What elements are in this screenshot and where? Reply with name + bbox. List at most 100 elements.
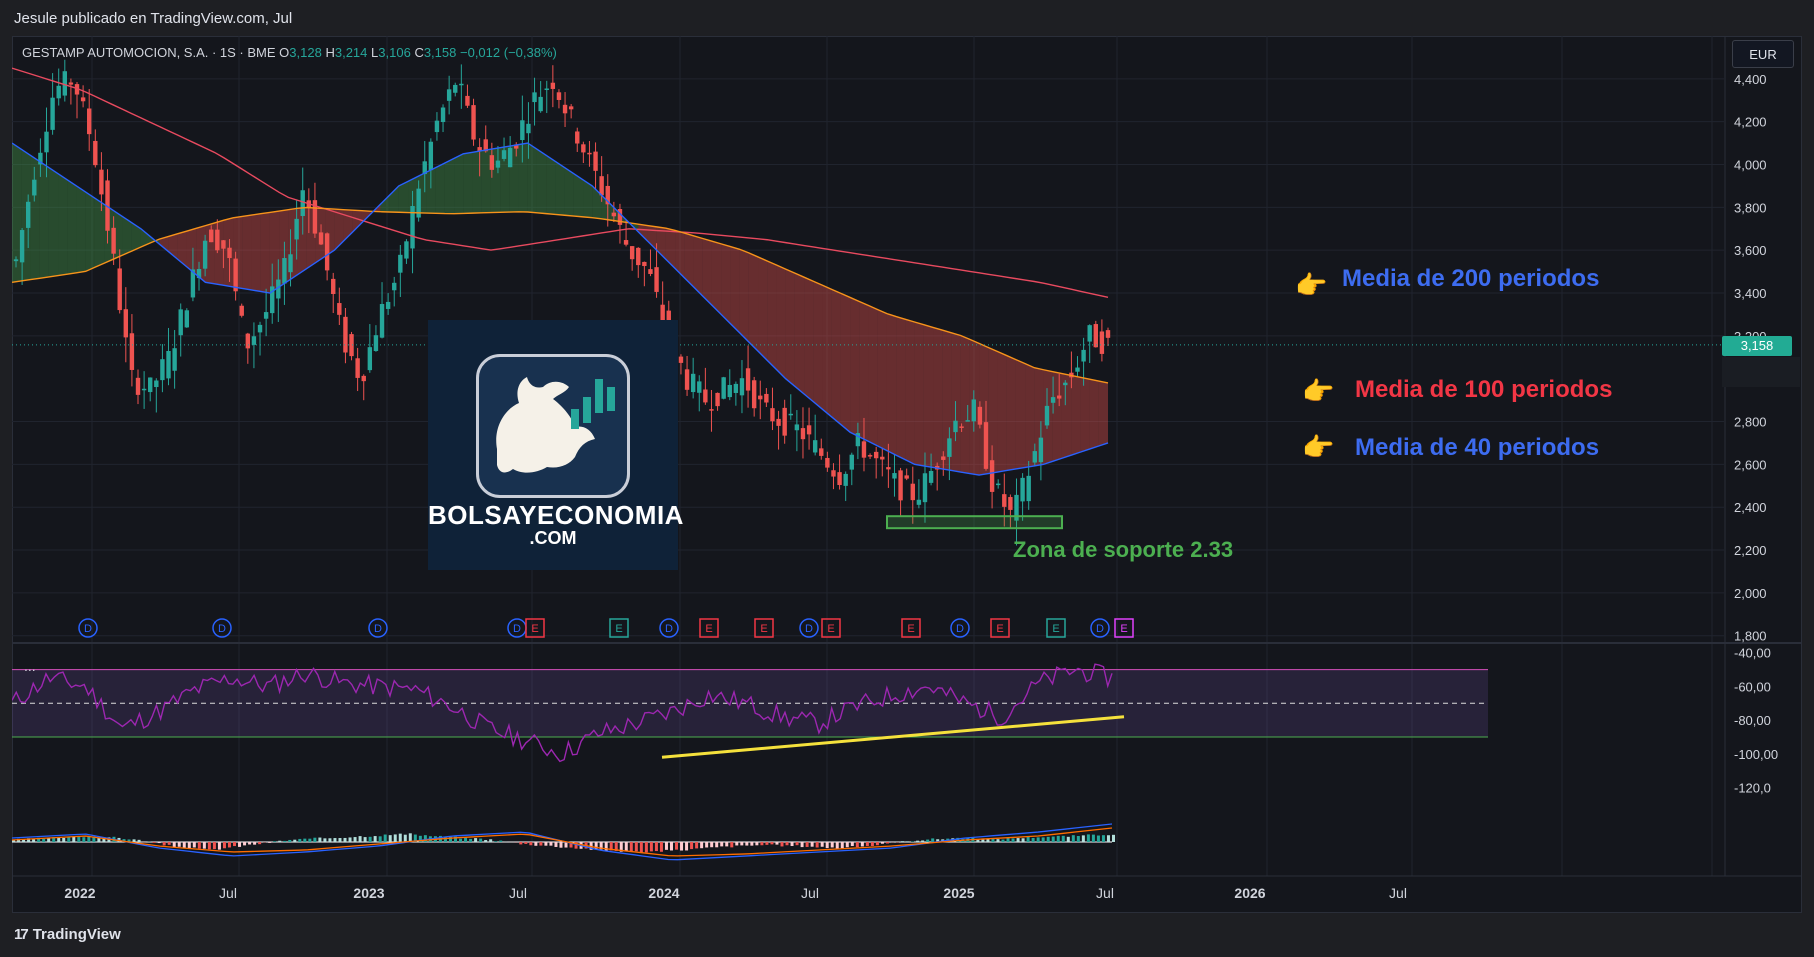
macd-histogram-bar [860, 842, 864, 847]
macd-histogram-bar [921, 840, 925, 842]
candle-body [209, 229, 214, 243]
price-tick-label: 4,200 [1734, 115, 1767, 130]
symbol-name: GESTAMP AUTOMOCION, S.A. · 1S · BME [22, 45, 276, 60]
event-marker-label: D [805, 623, 813, 635]
footer: 17 TradingView [0, 913, 1814, 957]
macd-histogram-bar [62, 837, 66, 842]
candle-body [1032, 451, 1037, 463]
candle-body [184, 310, 190, 328]
ma-band-segment [711, 241, 722, 315]
macd-histogram-bar [494, 841, 498, 842]
macd-histogram-bar [654, 842, 658, 852]
annotation-ma100: Media de 100 periodos [1355, 376, 1613, 403]
ma-band-segment [1015, 359, 1026, 469]
macd-histogram-bar [835, 842, 839, 849]
macd-histogram-bar [685, 842, 689, 851]
price-tick-label: 1,800 [1734, 629, 1767, 644]
ma-band-segment [813, 281, 823, 410]
macd-histogram-bar [132, 839, 136, 842]
candle-body [343, 316, 348, 353]
candle-body [611, 212, 617, 217]
macd-histogram-bar [720, 842, 724, 847]
price-tick-label: 2,400 [1734, 500, 1767, 515]
candle-body [776, 418, 781, 426]
ma-band-segment [748, 252, 759, 352]
candle-body [300, 190, 305, 217]
candle-body [331, 278, 336, 294]
macd-histogram-bar [393, 834, 397, 842]
macd-histogram-bar [1112, 834, 1115, 842]
candle-body [904, 475, 909, 479]
event-marker-label: D [374, 623, 382, 635]
watermark-line1: BOLSAYECONOMIA [428, 500, 684, 530]
indicator-menu-button[interactable]: ... [24, 658, 36, 674]
rsi-tick-label: -80,00 [1734, 713, 1771, 728]
ma-band-segment [1006, 355, 1016, 471]
macd-histogram-bar [880, 842, 884, 844]
last-price-label: 3,158 [1722, 336, 1792, 356]
candle-body [849, 454, 854, 470]
candle-body [916, 499, 922, 505]
annotation-ma200: Media de 200 periodos [1342, 265, 1600, 292]
macd-histogram-bar [157, 842, 161, 844]
macd-histogram-bar [1046, 836, 1050, 842]
ma-band-segment [721, 243, 731, 324]
event-marker-label: E [996, 623, 1003, 635]
candle-body [1099, 331, 1105, 354]
low-value: 3,106 [378, 45, 411, 60]
macd-histogram-bar [32, 839, 36, 842]
ma-band-segment [536, 149, 547, 214]
candle-body [721, 377, 726, 399]
candle-body [678, 356, 684, 363]
event-marker-label: E [907, 623, 914, 635]
candle-body [93, 140, 98, 166]
tradingview-logo[interactable]: 17 TradingView [14, 926, 121, 943]
symbol-legend: GESTAMP AUTOMOCION, S.A. · 1S · BME O3,1… [22, 45, 557, 60]
candle-body [62, 71, 68, 96]
currency-button[interactable]: EUR [1732, 40, 1794, 68]
candle-body [703, 389, 708, 403]
macd-histogram-bar [1041, 837, 1045, 842]
candle-body [831, 470, 836, 477]
macd-histogram-bar [730, 842, 734, 848]
macd-histogram-bar [197, 842, 201, 849]
ma-band-segment [702, 238, 712, 306]
macd-histogram-bar [735, 842, 739, 846]
macd-histogram-bar [740, 842, 744, 846]
time-tick-label: Jul [509, 885, 527, 901]
macd-histogram-bar [152, 842, 156, 843]
bull-icon [476, 354, 630, 498]
macd-histogram-bar [308, 838, 312, 842]
macd-histogram-bar [1011, 838, 1015, 842]
candle-body [355, 358, 360, 378]
macd-histogram-bar [710, 842, 714, 848]
macd-histogram-bar [1036, 837, 1040, 842]
chart-canvas[interactable]: DDDDEEDEEDEEDEEDE 4,4004,2004,0003,8003,… [12, 36, 1802, 913]
candle-body [471, 105, 476, 140]
candle-body [989, 460, 995, 492]
macd-histogram-bar [760, 842, 764, 846]
ma-band-segment [242, 215, 252, 290]
candle-body [294, 218, 299, 240]
ma-band-segment [886, 313, 897, 456]
ma-band-segment [12, 143, 22, 283]
candle-body [245, 333, 251, 349]
ma-band-segment [454, 153, 464, 214]
candle-body [751, 380, 757, 409]
candle-body [629, 246, 635, 260]
macd-histogram-bar [805, 842, 809, 847]
macd-histogram-bar [931, 838, 935, 842]
macd-histogram-bar [288, 839, 292, 842]
macd-histogram-bar [459, 838, 463, 842]
pointing-hand-icon: 👉 [1295, 270, 1328, 300]
macd-histogram-bar [253, 842, 257, 845]
high-label: H [325, 45, 335, 60]
macd-histogram-bar [333, 838, 337, 842]
ma-band-segment [730, 246, 740, 333]
macd-histogram-bar [222, 842, 226, 849]
time-tick-label: 2022 [64, 885, 95, 901]
macd-histogram-bar [916, 840, 920, 842]
macd-histogram-bar [1076, 836, 1080, 842]
candle-body [873, 451, 879, 459]
candle-body [593, 151, 598, 171]
